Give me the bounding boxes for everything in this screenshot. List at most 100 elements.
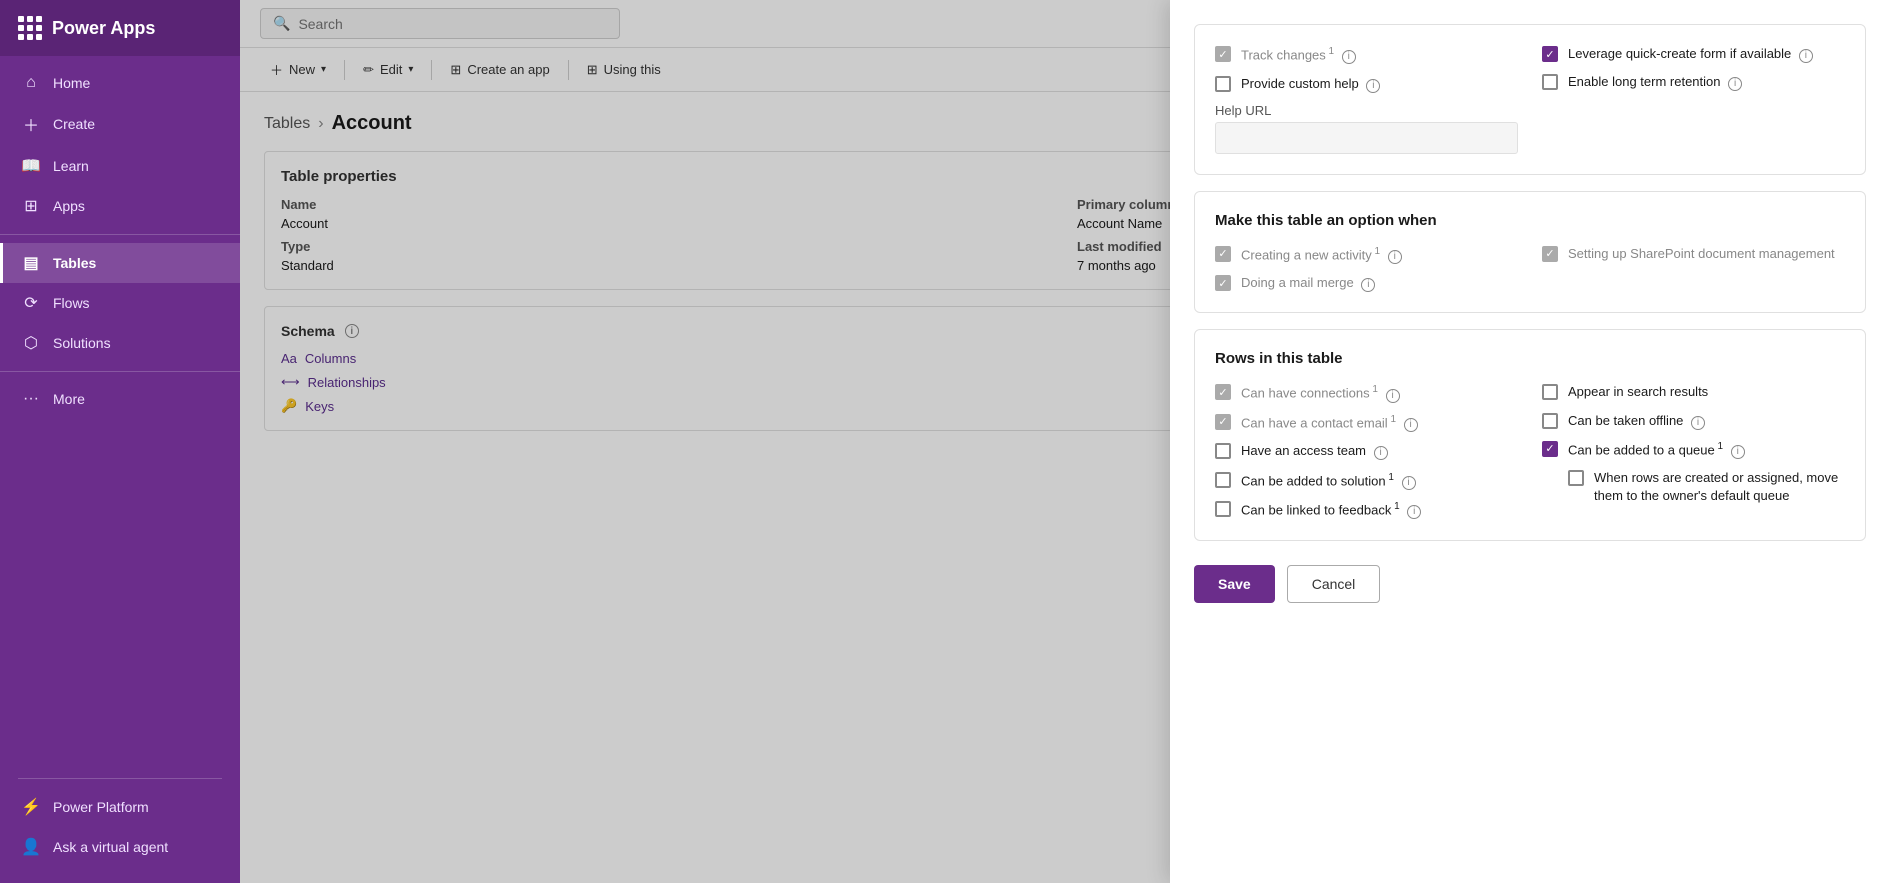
can-have-connections-checkbox[interactable]: ✓ [1215,384,1231,400]
sidebar-item-power-platform[interactable]: ⚡ Power Platform [18,787,222,827]
sidebar-item-label: Solutions [53,335,111,351]
track-changes-superscript: 1 [1326,46,1334,57]
can-be-taken-offline-label: Can be taken offline i [1568,412,1705,430]
can-have-connections-row: ✓ Can have connections 1 i [1215,383,1518,403]
can-be-added-to-solution-info-icon[interactable]: i [1402,476,1416,490]
doing-mail-merge-checkbox[interactable]: ✓ [1215,275,1231,291]
provide-custom-help-row: Provide custom help i [1215,75,1518,93]
leverage-quick-create-label: Leverage quick-create form if available … [1568,45,1813,63]
creating-new-activity-checkmark: ✓ [1218,247,1227,260]
more-icon: ··· [21,390,41,408]
virtual-agent-icon: 👤 [21,837,41,857]
can-be-taken-offline-checkbox[interactable] [1542,413,1558,429]
waffle-icon[interactable] [18,16,42,40]
top-panel-left: ✓ Track changes 1 i Provide custom help [1215,45,1518,154]
apps-icon: ⊞ [21,196,41,216]
sidebar-item-label: More [53,391,85,407]
create-icon: ＋ [21,112,41,136]
rows-panel-section: Rows in this table ✓ Can have connection… [1194,329,1866,540]
can-be-added-to-queue-info-icon[interactable]: i [1731,445,1745,459]
appear-in-search-checkbox[interactable] [1542,384,1558,400]
leverage-quick-create-info-icon[interactable]: i [1799,49,1813,63]
when-rows-created-checkbox[interactable] [1568,470,1584,486]
flows-icon: ⟳ [21,293,41,313]
have-access-team-row: Have an access team i [1215,442,1518,460]
appear-in-search-label: Appear in search results [1568,383,1708,401]
save-button[interactable]: Save [1194,565,1275,603]
sidebar-item-more[interactable]: ··· More [0,380,240,418]
can-be-added-to-solution-row: Can be added to solution 1 i [1215,471,1518,491]
sidebar-item-tables[interactable]: ▤ Tables [0,243,240,283]
sidebar: Power Apps ⌂ Home ＋ Create 📖 Learn ⊞ App… [0,0,240,883]
can-be-linked-to-feedback-checkbox[interactable] [1215,501,1231,517]
sidebar-divider-3 [18,778,222,779]
sidebar-item-label: Ask a virtual agent [53,839,168,855]
have-access-team-info-icon[interactable]: i [1374,446,1388,460]
help-url-input[interactable] [1215,122,1518,154]
top-panel-section: ✓ Track changes 1 i Provide custom help [1194,24,1866,175]
can-be-taken-offline-info-icon[interactable]: i [1691,416,1705,430]
top-panel-grid: ✓ Track changes 1 i Provide custom help [1215,45,1845,154]
track-changes-info-icon[interactable]: i [1342,50,1356,64]
doing-mail-merge-info-icon[interactable]: i [1361,278,1375,292]
track-changes-checkbox[interactable]: ✓ [1215,46,1231,62]
activity-left: ✓ Creating a new activity 1 i ✓ [1215,245,1518,293]
enable-long-term-info-icon[interactable]: i [1728,77,1742,91]
activity-section-title: Make this table an option when [1215,212,1845,229]
enable-long-term-label: Enable long term retention i [1568,73,1742,91]
setting-up-sharepoint-checkbox[interactable]: ✓ [1542,246,1558,262]
sidebar-item-home[interactable]: ⌂ Home [0,64,240,102]
activity-panel-grid: ✓ Creating a new activity 1 i ✓ [1215,245,1845,293]
track-changes-label: Track changes 1 i [1241,45,1356,65]
sidebar-item-label: Apps [53,198,85,214]
provide-custom-help-label: Provide custom help i [1241,75,1380,93]
can-be-added-to-queue-row: ✓ Can be added to a queue 1 i [1542,440,1845,460]
sidebar-item-solutions[interactable]: ⬡ Solutions [0,323,240,363]
sidebar-item-flows[interactable]: ⟳ Flows [0,283,240,323]
rows-right: Appear in search results Can be taken of… [1542,383,1845,519]
can-have-contact-email-row: ✓ Can have a contact email 1 i [1215,413,1518,433]
activity-right: ✓ Setting up SharePoint document managem… [1542,245,1845,293]
can-have-contact-email-checkbox[interactable]: ✓ [1215,414,1231,430]
can-be-added-to-solution-label: Can be added to solution 1 i [1241,471,1416,491]
provide-custom-help-checkbox[interactable] [1215,76,1231,92]
provide-custom-help-info-icon[interactable]: i [1366,79,1380,93]
sidebar-nav: ⌂ Home ＋ Create 📖 Learn ⊞ Apps ▤ Tables … [0,56,240,754]
sidebar-item-apps[interactable]: ⊞ Apps [0,186,240,226]
creating-new-activity-checkbox[interactable]: ✓ [1215,246,1231,262]
activity-panel-section: Make this table an option when ✓ Creatin… [1194,191,1866,314]
doing-mail-merge-checkmark: ✓ [1218,277,1227,290]
sidebar-item-label: Tables [53,255,96,271]
can-be-taken-offline-row: Can be taken offline i [1542,412,1845,430]
sidebar-item-label: Power Platform [53,799,149,815]
rows-left: ✓ Can have connections 1 i ✓ [1215,383,1518,519]
sidebar-item-create[interactable]: ＋ Create [0,102,240,146]
can-be-linked-to-feedback-info-icon[interactable]: i [1407,505,1421,519]
doing-mail-merge-row: ✓ Doing a mail merge i [1215,274,1518,292]
sidebar-item-ask-virtual-agent[interactable]: 👤 Ask a virtual agent [18,827,222,867]
enable-long-term-row: Enable long term retention i [1542,73,1845,91]
leverage-quick-create-checkbox[interactable]: ✓ [1542,46,1558,62]
cancel-button[interactable]: Cancel [1287,565,1381,603]
track-changes-checkmark: ✓ [1218,48,1227,61]
overlay-backdrop: ✓ Track changes 1 i Provide custom help [240,0,1890,883]
tables-icon: ▤ [21,253,41,273]
leverage-quick-create-checkmark: ✓ [1545,48,1554,61]
have-access-team-checkbox[interactable] [1215,443,1231,459]
setting-up-sharepoint-label: Setting up SharePoint document managemen… [1568,245,1835,263]
main-area: 🔍 ＋ New ▾ ✏ Edit ▾ ⊞ Create an app ⊞ Usi… [240,0,1890,883]
creating-new-activity-info-icon[interactable]: i [1388,250,1402,264]
can-have-connections-label: Can have connections 1 i [1241,383,1400,403]
sidebar-item-learn[interactable]: 📖 Learn [0,146,240,186]
can-have-connections-info-icon[interactable]: i [1386,389,1400,403]
rows-section-title: Rows in this table [1215,350,1845,367]
can-be-linked-to-feedback-row: Can be linked to feedback 1 i [1215,500,1518,520]
can-be-added-to-queue-checkbox[interactable]: ✓ [1542,441,1558,457]
home-icon: ⌂ [21,74,41,92]
sidebar-item-label: Learn [53,158,89,174]
can-have-contact-email-label: Can have a contact email 1 i [1241,413,1418,433]
can-be-added-to-solution-checkbox[interactable] [1215,472,1231,488]
can-have-contact-email-info-icon[interactable]: i [1404,418,1418,432]
sidebar-bottom: ⚡ Power Platform 👤 Ask a virtual agent [0,754,240,883]
enable-long-term-checkbox[interactable] [1542,74,1558,90]
